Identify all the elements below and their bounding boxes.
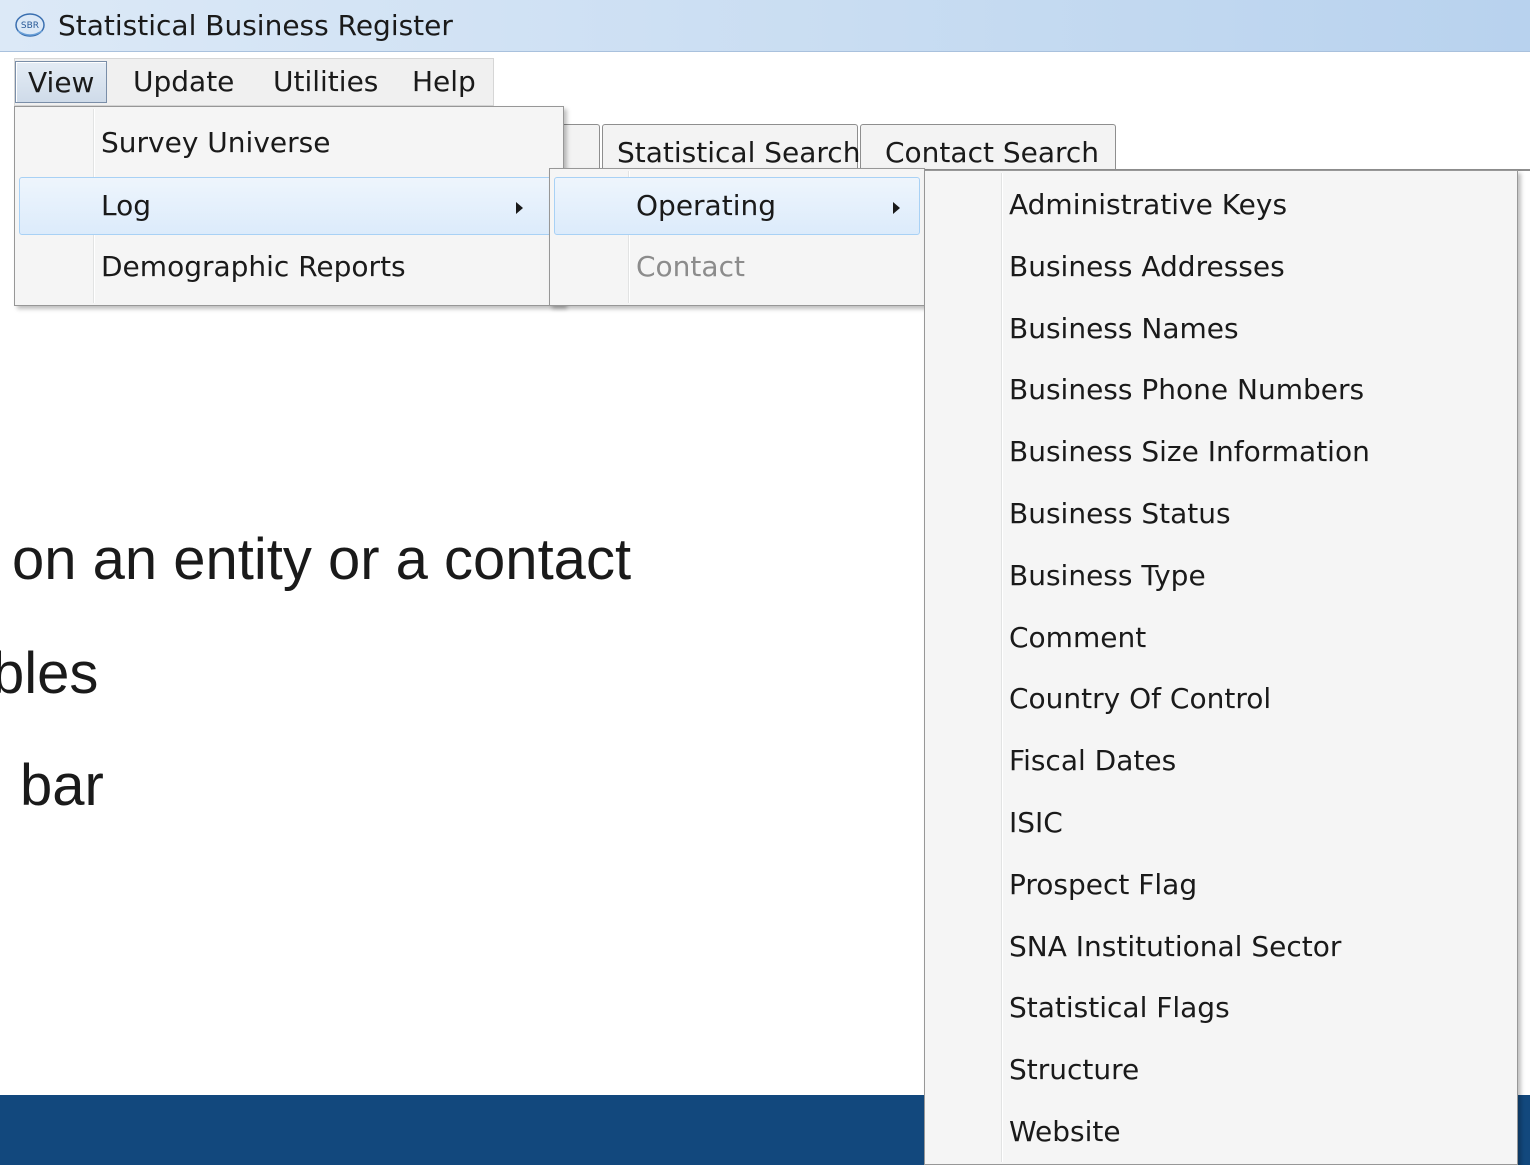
menu-utilities[interactable]: Utilities [273,61,378,103]
menu-item-business-status[interactable]: Business Status [929,486,1513,544]
menu-item-label: Business Names [1009,311,1239,345]
log-submenu-dropdown: Operating Contact [549,168,925,306]
tab-contact-search[interactable]: Contact Search [860,124,1116,170]
menu-item-administrative-keys[interactable]: Administrative Keys [929,177,1513,235]
menu-item-business-phone-numbers[interactable]: Business Phone Numbers [929,362,1513,420]
menu-item-country-of-control[interactable]: Country Of Control [929,671,1513,729]
operating-submenu-dropdown: Administrative Keys Business Addresses Bus… [924,170,1518,1165]
menu-item-label: Contact [636,250,745,283]
menu-item-label: SNA Institutional Sector [1009,929,1342,963]
menu-item-label: Business Addresses [1009,249,1285,283]
menu-item-label: Survey Universe [101,126,331,159]
menu-item-business-type[interactable]: Business Type [929,548,1513,606]
menu-item-label: Statistical Flags [1009,991,1230,1025]
menu-update[interactable]: Update [133,61,234,103]
menu-bar: View Update Utilities Help [14,58,494,106]
menu-item-contact[interactable]: Contact [554,239,920,297]
menu-item-label: Structure [1009,1053,1140,1087]
menu-item-label: Business Phone Numbers [1009,373,1365,407]
menu-item-label: Website [1009,1115,1121,1148]
submenu-arrow-icon [893,202,900,214]
svg-text:SBR: SBR [21,21,39,31]
menu-item-label: Administrative Keys [1009,188,1288,221]
menu-item-label: Business Type [1009,558,1206,592]
title-bar: SBR Statistical Business Register [0,0,1530,52]
menu-item-prospect-flag[interactable]: Prospect Flag [929,857,1513,915]
menu-item-isic[interactable]: ISIC [929,795,1513,853]
view-menu-dropdown: Survey Universe Log Demographic Reports [14,106,564,306]
menu-item-business-size-information[interactable]: Business Size Information [929,424,1513,482]
menu-item-website[interactable]: Website [929,1104,1513,1162]
menu-item-log[interactable]: Log [19,177,555,235]
menu-item-label: Business Status [1009,497,1231,530]
menu-item-label: Operating [636,189,776,222]
menu-item-label: Country Of Control [1009,682,1272,716]
menu-item-business-addresses[interactable]: Business Addresses [929,239,1513,297]
window-title: Statistical Business Register [58,9,453,42]
sbr-logo-icon: SBR [15,13,45,37]
menu-item-fiscal-dates[interactable]: Fiscal Dates [929,733,1513,791]
menu-item-demographic-reports[interactable]: Demographic Reports [19,239,555,297]
tab-hidden[interactable] [560,124,600,170]
submenu-arrow-icon [516,202,523,214]
menu-item-structure[interactable]: Structure [929,1042,1513,1100]
screen: on an entity or a contact bles bar SBR S… [0,0,1530,1165]
background-text-line: bles [0,641,99,706]
background-text-line: on an entity or a contact [12,527,632,592]
menu-item-label: Prospect Flag [1009,867,1198,901]
menu-item-sna-institutional-sector[interactable]: SNA Institutional Sector [929,919,1513,977]
menu-item-label: ISIC [1009,806,1063,839]
background-text-line: bar [20,753,104,818]
menu-item-business-names[interactable]: Business Names [929,301,1513,359]
menu-help[interactable]: Help [412,61,476,103]
menu-item-label: Fiscal Dates [1009,744,1177,778]
tab-statistical-search[interactable]: Statistical Search [602,124,860,170]
menu-item-label: Demographic Reports [101,250,406,283]
menu-item-label: Business Size Information [1009,435,1370,469]
menu-item-label: Comment [1009,620,1147,654]
menu-item-label: Log [101,189,152,222]
menu-item-operating[interactable]: Operating [554,177,920,235]
menu-item-survey-universe[interactable]: Survey Universe [19,115,555,173]
menu-view[interactable]: View [15,61,107,103]
menu-item-comment[interactable]: Comment [929,610,1513,668]
menu-item-statistical-flags[interactable]: Statistical Flags [929,980,1513,1038]
